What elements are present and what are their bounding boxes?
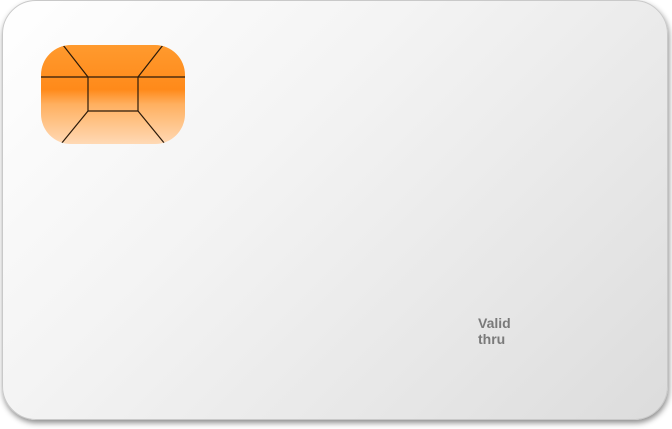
payment-card: Valid thru (2, 0, 668, 420)
valid-thru-line1: Valid (478, 315, 511, 331)
valid-thru-label: Valid thru (478, 315, 538, 347)
valid-thru-line2: thru (478, 331, 506, 347)
emv-chip-icon (41, 45, 185, 144)
